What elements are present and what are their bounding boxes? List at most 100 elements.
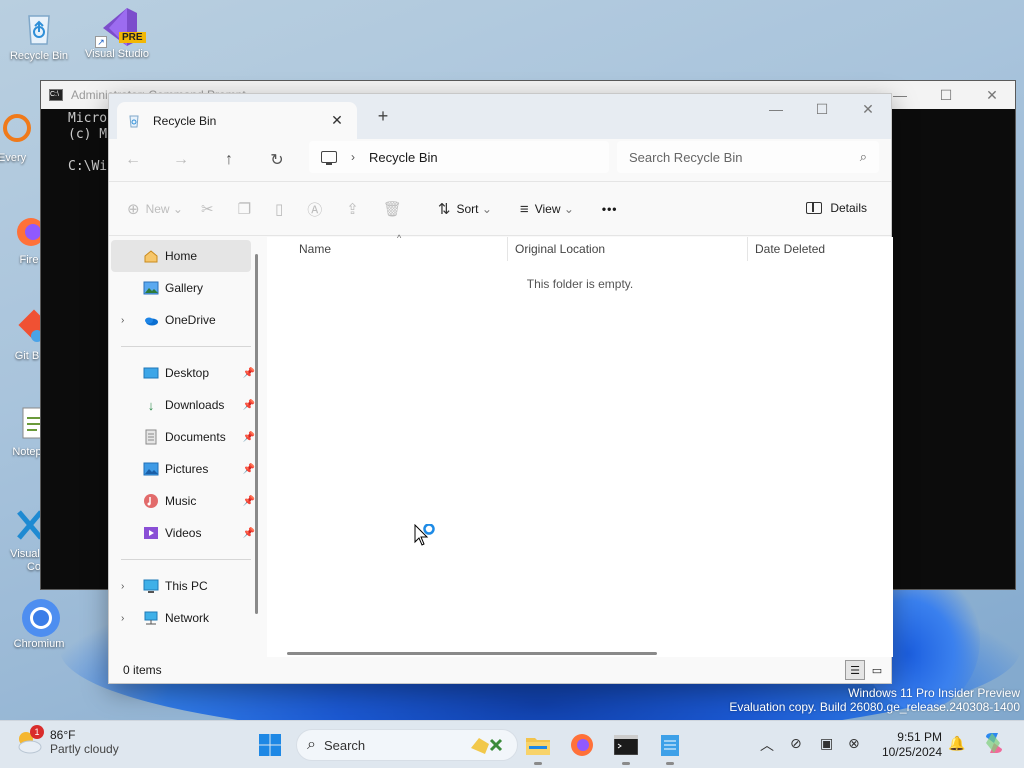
details-pane-icon xyxy=(806,202,823,214)
new-tab-button[interactable]: + xyxy=(371,106,395,127)
console-maximize-button[interactable]: ☐ xyxy=(923,81,969,109)
chevron-right-icon[interactable]: › xyxy=(121,613,124,624)
partly-cloudy-icon: 1 xyxy=(14,725,44,757)
busy-cursor-icon xyxy=(414,523,440,553)
recycle-bin-icon xyxy=(19,8,59,48)
onedrive-icon xyxy=(143,312,159,328)
column-divider[interactable] xyxy=(507,237,508,261)
file-explorer-window[interactable]: Recycle Bin ✕ + — ☐ ✕ ← → ↑ ↻ › Recycle … xyxy=(108,93,893,684)
vscode-icon xyxy=(5,506,45,546)
forward-button[interactable]: → xyxy=(157,151,205,169)
console-icon: C:\ xyxy=(49,89,63,101)
paste-button[interactable]: ▯ xyxy=(275,200,289,218)
desktop-icon-visual-studio[interactable]: ↗ PRE Visual Studio xyxy=(78,6,156,61)
nav-item-downloads[interactable]: ↓ Downloads 📌 xyxy=(109,389,259,421)
taskbar-terminal[interactable] xyxy=(610,729,642,765)
nav-item-videos[interactable]: Videos 📌 xyxy=(109,517,259,549)
nav-label: Videos xyxy=(165,526,202,540)
column-header-original-location[interactable]: Original Location xyxy=(515,242,605,256)
display-icon[interactable]: ▣ xyxy=(820,735,833,752)
large-icons-view-icon[interactable]: ▭ xyxy=(867,660,887,680)
search-icon: ⌕ xyxy=(307,736,316,753)
taskbar-search[interactable]: ⌕ Search xyxy=(296,729,518,761)
nav-item-documents[interactable]: Documents 📌 xyxy=(109,421,259,453)
column-divider[interactable] xyxy=(747,237,748,261)
nav-divider xyxy=(121,559,251,560)
pin-icon: 📌 xyxy=(242,431,255,443)
details-view-icon[interactable]: ☰ xyxy=(845,660,865,680)
nav-item-gallery[interactable]: Gallery xyxy=(109,272,259,304)
taskbar: 1 86°F Partly cloudy ⌕ Search ︿ ⊘ ▣ ⊗ 9:… xyxy=(0,720,1024,768)
empty-folder-message: This folder is empty. xyxy=(526,277,634,291)
documents-icon xyxy=(143,429,159,445)
desktop-icon-recycle-bin[interactable]: Recycle Bin xyxy=(0,8,78,63)
search-box[interactable]: Search Recycle Bin ⌕ xyxy=(617,141,879,173)
copy-button[interactable]: ❐ xyxy=(238,200,257,218)
tab-recycle-bin[interactable]: Recycle Bin ✕ xyxy=(117,102,357,139)
nav-item-onedrive[interactable]: › OneDrive xyxy=(109,304,259,336)
download-icon: ↓ xyxy=(147,397,155,413)
show-hidden-icons-chevron-icon[interactable]: ︿ xyxy=(760,735,774,755)
close-button[interactable]: ✕ xyxy=(845,94,891,124)
notification-bell-icon[interactable]: 🔔 xyxy=(948,735,965,752)
back-button[interactable]: ← xyxy=(109,151,157,169)
pictures-icon xyxy=(143,461,159,477)
taskbar-firefox[interactable] xyxy=(566,729,598,761)
weather-widget[interactable]: 1 86°F Partly cloudy xyxy=(14,725,119,757)
view-label: View xyxy=(534,202,561,216)
desktop-icon-chromium[interactable]: Chromium xyxy=(0,596,78,651)
more-options-button[interactable]: ••• xyxy=(602,202,618,216)
nav-item-music[interactable]: Music 📌 xyxy=(109,485,259,517)
nav-label: This PC xyxy=(165,579,208,593)
desktop-folder-icon xyxy=(143,365,159,381)
clock-date: 10/25/2024 xyxy=(881,745,942,759)
running-indicator xyxy=(622,762,630,765)
new-button[interactable]: ⊕ New ⌄ xyxy=(127,200,183,218)
network-offline-icon[interactable]: ⊘ xyxy=(790,735,802,752)
nav-scrollbar[interactable] xyxy=(255,254,258,614)
clock[interactable]: 9:51 PM 10/25/2024 xyxy=(870,730,942,760)
share-icon: ⇪ xyxy=(346,201,359,218)
visual-studio-icon: ↗ PRE xyxy=(95,6,146,48)
nav-item-home[interactable]: Home xyxy=(111,240,251,272)
file-list[interactable]: ^ Name Original Location Date Deleted Th… xyxy=(267,233,893,657)
cut-button[interactable]: ✂ xyxy=(201,200,220,218)
chevron-right-icon[interactable]: › xyxy=(121,581,124,592)
column-header-date-deleted[interactable]: Date Deleted xyxy=(755,242,825,256)
copilot-icon[interactable] xyxy=(982,731,1006,758)
running-indicator xyxy=(666,762,674,765)
refresh-button[interactable]: ↻ xyxy=(253,150,301,170)
sort-button[interactable]: ⇅ Sort ⌄ xyxy=(438,200,492,218)
taskbar-notepad[interactable] xyxy=(654,729,686,765)
delete-button[interactable]: 🗑 xyxy=(383,200,408,218)
view-button[interactable]: ≡ View ⌄ xyxy=(520,201,574,218)
nav-item-desktop[interactable]: Desktop 📌 xyxy=(109,357,259,389)
home-icon xyxy=(143,248,159,264)
taskbar-file-explorer[interactable] xyxy=(522,729,554,765)
nav-item-network[interactable]: › Network xyxy=(109,602,259,634)
breadcrumb-recycle-bin[interactable]: Recycle Bin xyxy=(369,150,438,165)
volume-muted-icon[interactable]: ⊗ xyxy=(848,735,860,752)
gallery-icon xyxy=(143,280,159,296)
view-icon: ≡ xyxy=(519,200,529,218)
horizontal-scrollbar[interactable] xyxy=(287,652,657,655)
tab-close-icon[interactable]: ✕ xyxy=(327,112,347,129)
cut-icon: ✂ xyxy=(200,201,214,218)
address-bar[interactable]: › Recycle Bin xyxy=(309,141,609,173)
console-close-button[interactable]: ✕ xyxy=(969,81,1015,109)
chevron-right-icon[interactable]: › xyxy=(121,315,124,326)
maximize-button[interactable]: ☐ xyxy=(799,94,845,124)
column-header-name[interactable]: Name xyxy=(299,242,331,256)
weather-description: Partly cloudy xyxy=(50,742,119,756)
nav-item-pictures[interactable]: Pictures 📌 xyxy=(109,453,259,485)
rename-button[interactable]: Ⓐ xyxy=(307,199,328,220)
minimize-button[interactable]: — xyxy=(753,94,799,124)
layout-toggle: ☰ ▭ xyxy=(843,660,887,680)
nav-item-this-pc[interactable]: › This PC xyxy=(109,570,259,602)
details-pane-button[interactable]: Details xyxy=(806,201,867,215)
up-button[interactable]: ↑ xyxy=(205,151,253,169)
start-button[interactable] xyxy=(254,729,286,761)
nav-label: Home xyxy=(165,249,198,263)
share-button[interactable]: ⇪ xyxy=(346,200,365,218)
sort-label: Sort xyxy=(456,202,479,216)
